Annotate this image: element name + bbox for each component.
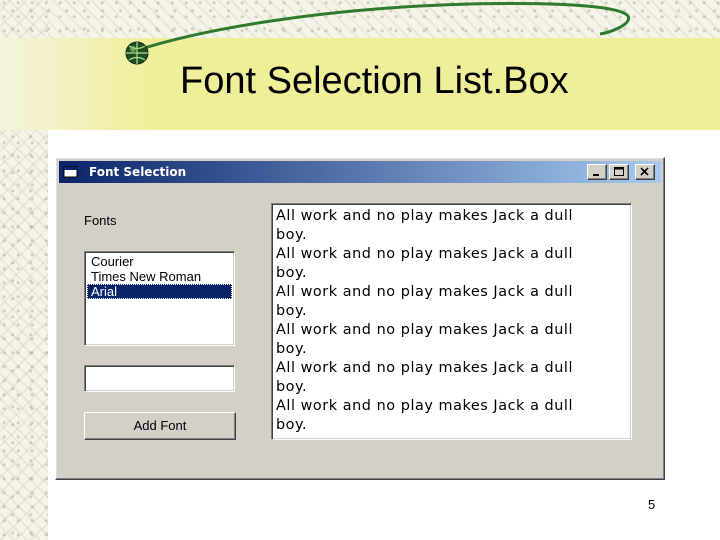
list-item[interactable]: Courier bbox=[87, 254, 232, 269]
text-line: boy. bbox=[276, 379, 308, 395]
text-line: boy. bbox=[276, 417, 308, 433]
minimize-button[interactable] bbox=[587, 164, 607, 180]
text-line: All work and no play makes Jack a dull bbox=[276, 208, 574, 224]
font-selection-window: Font Selection Fonts Courier Times New R… bbox=[55, 157, 665, 480]
font-name-input[interactable] bbox=[84, 365, 235, 392]
maximize-button[interactable] bbox=[609, 164, 629, 180]
window-titlebar[interactable]: Font Selection bbox=[59, 161, 661, 183]
text-line: All work and no play makes Jack a dull bbox=[276, 246, 574, 262]
page-number: 5 bbox=[648, 497, 656, 512]
close-button[interactable] bbox=[635, 164, 655, 180]
sample-text-area[interactable]: All work and no play makes Jack a dull b… bbox=[271, 203, 632, 440]
text-line: boy. bbox=[276, 227, 308, 243]
text-line: boy. bbox=[276, 341, 308, 357]
app-window-icon bbox=[63, 166, 78, 178]
window-title: Font Selection bbox=[89, 165, 187, 179]
list-item[interactable]: Arial bbox=[87, 284, 232, 299]
close-icon bbox=[640, 167, 649, 176]
minimize-icon bbox=[593, 174, 599, 176]
text-line: All work and no play makes Jack a dull bbox=[276, 322, 574, 338]
text-line: boy. bbox=[276, 265, 308, 281]
text-line: All work and no play makes Jack a dull bbox=[276, 398, 574, 414]
list-item[interactable]: Times New Roman bbox=[87, 269, 232, 284]
text-line: All work and no play makes Jack a dull bbox=[276, 360, 574, 376]
font-listbox[interactable]: Courier Times New Roman Arial bbox=[84, 251, 235, 346]
text-line: boy. bbox=[276, 303, 308, 319]
fonts-label: Fonts bbox=[84, 213, 117, 228]
slide-title: Font Selection List.Box bbox=[180, 60, 569, 102]
maximize-icon bbox=[614, 167, 624, 176]
add-font-button[interactable]: Add Font bbox=[84, 412, 236, 440]
text-line: All work and no play makes Jack a dull bbox=[276, 284, 574, 300]
